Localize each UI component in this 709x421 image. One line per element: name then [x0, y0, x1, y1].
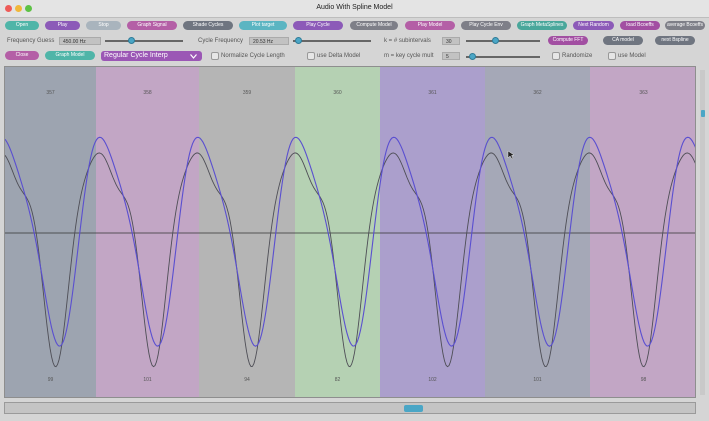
cycle-index-label: 358: [143, 90, 152, 96]
cycle-length-label: 98: [641, 377, 647, 383]
next-bspline-button[interactable]: next Bspline: [655, 36, 695, 45]
cycle-length-label: 102: [428, 377, 437, 383]
cycle-slider-track[interactable]: [293, 40, 371, 42]
graph-metasplines-button[interactable]: Graph MetaSplines: [517, 21, 567, 30]
cycle-index-label: 363: [639, 90, 648, 96]
randomize-checkbox[interactable]: [552, 52, 560, 60]
delta-model-checkbox[interactable]: [307, 52, 315, 60]
use-model-label: use Model: [618, 53, 646, 59]
cycle-index-label: 359: [243, 90, 252, 96]
use-model-checkbox[interactable]: [608, 52, 616, 60]
cycle-length-label: 94: [244, 377, 250, 383]
cycle-band: [96, 67, 199, 397]
cycle-band: [485, 67, 590, 397]
key-cycle-mult-field[interactable]: 5: [442, 52, 460, 60]
cycle-frequency-field[interactable]: 20.53 Hz: [249, 37, 289, 45]
play-model-button[interactable]: Play Model: [405, 21, 455, 30]
cycle-band: [199, 67, 295, 397]
frequency-slider-track[interactable]: [105, 40, 183, 42]
open-button[interactable]: Open: [5, 21, 39, 30]
next-random-button[interactable]: Next Random: [573, 21, 614, 30]
cycle-length-label: 82: [335, 377, 341, 383]
shade-cycles-button[interactable]: Shade Cycles: [183, 21, 233, 30]
cycle-length-label: 99: [48, 377, 54, 383]
k-subintervals-field[interactable]: 30: [442, 37, 460, 45]
horizontal-scrollbar[interactable]: [4, 402, 696, 414]
stop-button[interactable]: Stop: [86, 21, 121, 30]
play-cycle-env-button[interactable]: Play Cycle Env: [461, 21, 511, 30]
window-title: Audio With Spline Model: [316, 4, 393, 11]
waveform-canvas: 357 99 358 101 359 94 360 82 361 102 362 101 363 98: [5, 67, 695, 397]
ca-model-button[interactable]: CA model: [603, 36, 643, 45]
normalize-label: Normalize Cycle Length: [221, 53, 285, 59]
graph-model-button[interactable]: Graph Model: [45, 51, 95, 60]
plot-target-button[interactable]: Plot target: [239, 21, 287, 30]
chevron-down-icon: [190, 54, 197, 59]
cycle-band: [590, 67, 695, 397]
cycle-index-label: 361: [428, 90, 437, 96]
randomize-label: Randomize: [562, 53, 593, 59]
m-slider-track[interactable]: [466, 56, 540, 58]
close-button[interactable]: Close: [5, 51, 39, 60]
play-cycle-button[interactable]: Play Cycle: [293, 21, 343, 30]
mode-select[interactable]: Regular Cycle Interp: [101, 51, 202, 61]
cycle-band: [380, 67, 485, 397]
k-slider-knob[interactable]: [492, 37, 499, 44]
key-cycle-mult-label: m = key cycle mult: [384, 53, 434, 59]
compute-fft-button[interactable]: Compute FFT: [548, 36, 588, 45]
horizontal-scroll-thumb[interactable]: [404, 405, 423, 412]
cycle-frequency-label: Cycle Frequency: [198, 38, 244, 44]
vertical-scrollbar[interactable]: [700, 70, 705, 395]
frequency-guess-label: Frequency Guess: [7, 38, 55, 44]
cycle-band: [295, 67, 380, 397]
compute-model-button[interactable]: Compute Model: [350, 21, 398, 30]
load-bcoeffs-button[interactable]: load Bcoeffs: [620, 21, 660, 30]
vertical-scroll-thumb[interactable]: [701, 110, 705, 117]
cycle-index-label: 362: [533, 90, 542, 96]
cycle-index-label: 357: [46, 90, 55, 96]
cycle-length-label: 101: [533, 377, 542, 383]
delta-model-label: use Delta Model: [317, 53, 361, 59]
frequency-slider-knob[interactable]: [128, 37, 135, 44]
m-slider-knob[interactable]: [469, 53, 476, 60]
title-bar: Audio With Spline Model: [0, 0, 709, 18]
normalize-checkbox[interactable]: [211, 52, 219, 60]
graph-signal-button[interactable]: Graph Signal: [127, 21, 177, 30]
frequency-guess-field[interactable]: 450.00 Hz: [59, 37, 101, 45]
cycle-slider-knob[interactable]: [295, 37, 302, 44]
waveform-plot[interactable]: 357 99 358 101 359 94 360 82 361 102 362 101 363 98: [4, 66, 696, 398]
k-slider-track[interactable]: [466, 40, 540, 42]
k-subintervals-label: k = # subintervals: [384, 38, 431, 44]
average-bcoeffs-button[interactable]: average Bcoeffs: [665, 21, 705, 30]
mode-select-value: Regular Cycle Interp: [104, 52, 168, 59]
cycle-length-label: 101: [143, 377, 152, 383]
play-button[interactable]: Play: [45, 21, 80, 30]
cycle-index-label: 360: [333, 90, 342, 96]
